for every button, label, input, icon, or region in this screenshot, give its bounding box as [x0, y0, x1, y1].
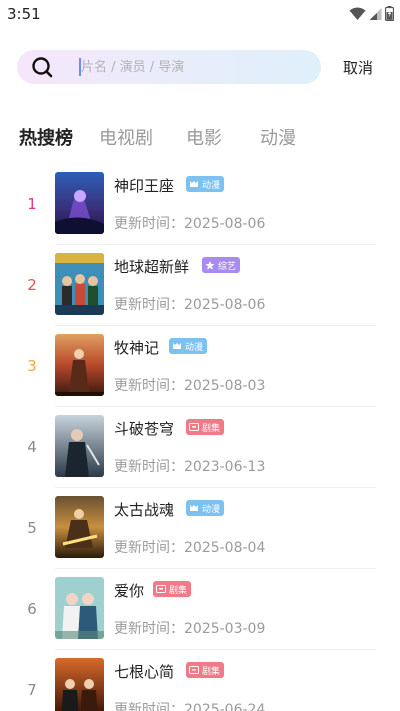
- poster-image: [55, 658, 104, 711]
- rank-number: 2: [27, 276, 37, 294]
- category-badge: 剧集: [186, 419, 225, 435]
- category-badge: 剧集: [153, 581, 192, 597]
- list-item[interactable]: 3 牧神记 动漫 更新时间：2025-08-03: [0, 326, 400, 407]
- poster-image: [55, 577, 104, 639]
- cell-signal-icon: [369, 7, 382, 20]
- item-title: 爱你: [114, 582, 145, 600]
- item-title: 神印王座: [114, 177, 175, 195]
- status-icons: [349, 6, 394, 21]
- hot-search-list: 1 神印王座 动漫 更新时间：2025-08-06 2 地球超新鲜 综艺 更新时…: [0, 164, 400, 711]
- category-tabs: 热搜榜 电视剧 电影 动漫: [19, 124, 296, 150]
- tab-tv-series[interactable]: 电视剧: [99, 124, 186, 150]
- anime-icon: [190, 181, 198, 187]
- category-badge: 剧集: [186, 662, 225, 678]
- list-item[interactable]: 4 斗破苍穹 剧集 更新时间：2023-06-13: [0, 407, 400, 488]
- anime-icon: [190, 505, 198, 511]
- tab-movies[interactable]: 电影: [186, 124, 260, 150]
- poster-image: [55, 496, 104, 558]
- drama-icon: [156, 585, 166, 593]
- update-time: 更新时间：2025-08-06: [114, 297, 266, 313]
- tab-hot-search[interactable]: 热搜榜: [19, 124, 99, 150]
- variety-icon: [205, 260, 215, 270]
- list-item[interactable]: 5 太古战魂 动漫 更新时间：2025-08-04: [0, 488, 400, 569]
- anime-icon: [173, 343, 181, 349]
- rank-number: 7: [27, 681, 37, 699]
- item-title: 太古战魂: [114, 501, 175, 519]
- search-box[interactable]: [17, 50, 321, 84]
- list-item[interactable]: 1 神印王座 动漫 更新时间：2025-08-06: [0, 164, 400, 245]
- update-time: 更新时间：2025-03-09: [114, 621, 266, 637]
- update-time: 更新时间：2025-08-06: [114, 216, 266, 232]
- tab-anime[interactable]: 动漫: [260, 124, 296, 150]
- cancel-button[interactable]: 取消: [343, 57, 373, 78]
- update-time: 更新时间：2025-08-03: [114, 378, 266, 394]
- wifi-icon: [349, 7, 366, 20]
- item-title: 牧神记: [114, 339, 160, 357]
- rank-number: 1: [27, 195, 37, 213]
- list-item[interactable]: 2 地球超新鲜 综艺 更新时间：2025-08-06: [0, 245, 400, 326]
- poster-image: [55, 334, 104, 396]
- list-item[interactable]: 7 七根心简 剧集 更新时间：2025-06-24: [0, 650, 400, 711]
- item-title: 地球超新鲜: [114, 258, 190, 276]
- update-time: 更新时间：2025-08-04: [114, 540, 266, 556]
- update-time: 更新时间：2025-06-24: [114, 702, 266, 711]
- drama-icon: [189, 423, 199, 431]
- status-bar: 3:51: [0, 0, 400, 28]
- item-title: 斗破苍穹: [114, 420, 175, 438]
- category-badge: 动漫: [186, 500, 225, 516]
- rank-number: 3: [27, 357, 37, 375]
- list-item[interactable]: 6 爱你 剧集 更新时间：2025-03-09: [0, 569, 400, 650]
- poster-image: [55, 253, 104, 315]
- category-badge: 动漫: [186, 176, 225, 192]
- rank-number: 4: [27, 438, 37, 456]
- update-time: 更新时间：2023-06-13: [114, 459, 266, 475]
- poster-image: [55, 415, 104, 477]
- rank-number: 6: [27, 600, 37, 618]
- category-badge: 综艺: [202, 257, 241, 273]
- status-time: 3:51: [7, 5, 41, 23]
- drama-icon: [189, 666, 199, 674]
- search-icon: [32, 57, 53, 78]
- battery-icon: [385, 6, 394, 21]
- poster-image: [55, 172, 104, 234]
- rank-number: 5: [27, 519, 37, 537]
- item-title: 七根心简: [114, 663, 175, 681]
- search-input[interactable]: [81, 58, 301, 76]
- category-badge: 动漫: [169, 338, 208, 354]
